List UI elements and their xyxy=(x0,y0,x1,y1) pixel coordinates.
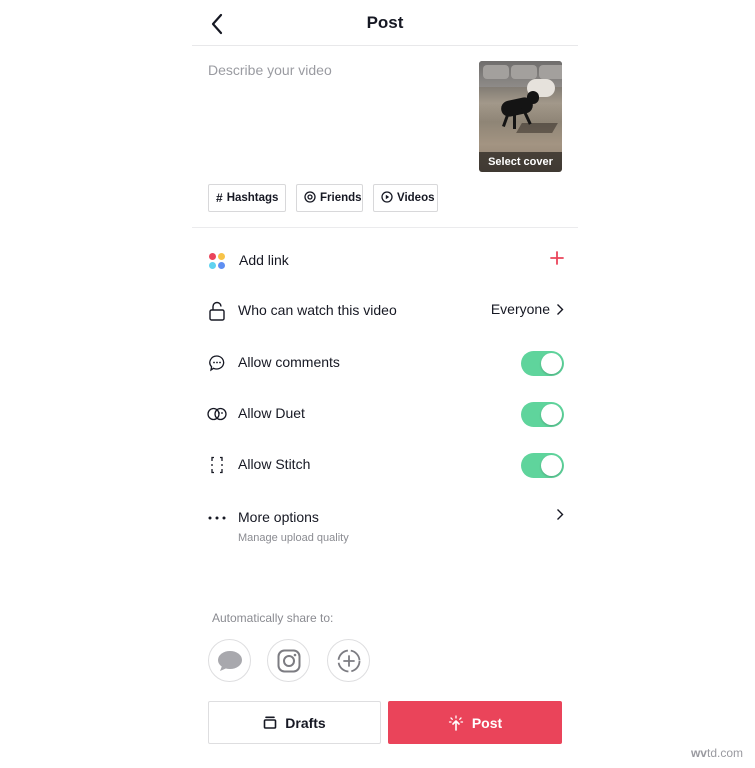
upload-sparkle-icon xyxy=(448,714,463,731)
page-title: Post xyxy=(366,13,404,32)
chip-label: Videos xyxy=(397,192,435,204)
share-message-button[interactable] xyxy=(208,639,251,682)
row-label: Allow Duet xyxy=(238,405,305,421)
row-label: Who can watch this video xyxy=(238,302,397,318)
chevron-right-icon xyxy=(557,509,564,520)
apps-icon xyxy=(207,251,227,271)
drafts-icon xyxy=(263,716,277,729)
hashtags-chip[interactable]: # Hashtags xyxy=(208,184,286,212)
unlock-icon xyxy=(207,301,227,321)
share-story-button[interactable] xyxy=(327,639,370,682)
stitch-icon xyxy=(207,455,227,475)
add-story-icon xyxy=(337,649,360,672)
friends-chip[interactable]: Friends xyxy=(296,184,363,212)
watermark: wvtd.com xyxy=(690,746,743,760)
header: Post xyxy=(192,0,578,46)
post-label: Post xyxy=(471,714,503,731)
allow-stitch-row: Allow Stitch xyxy=(192,445,578,485)
play-circle-icon xyxy=(381,190,393,206)
plus-icon[interactable] xyxy=(550,251,564,265)
post-screen: Post Describe your video Select cover # … xyxy=(192,0,578,768)
description-input[interactable]: Describe your video xyxy=(208,62,332,78)
chip-label: Friends xyxy=(320,192,362,204)
more-dots-icon xyxy=(207,508,227,528)
more-options-row[interactable]: More options Manage upload quality xyxy=(192,498,578,552)
allow-comments-row: Allow comments xyxy=(192,343,578,383)
chip-label: Hashtags xyxy=(226,192,279,204)
drafts-label: Drafts xyxy=(285,714,326,731)
allow-duet-toggle[interactable] xyxy=(521,402,564,427)
drafts-button[interactable]: Drafts xyxy=(208,701,381,744)
row-label: Allow comments xyxy=(238,354,340,370)
duet-icon xyxy=(207,404,227,424)
videos-chip[interactable]: Videos xyxy=(373,184,438,212)
hash-icon: # xyxy=(216,191,223,205)
add-link-row[interactable]: Add link xyxy=(192,241,578,281)
instagram-icon xyxy=(277,649,300,672)
divider xyxy=(192,227,578,228)
allow-stitch-toggle[interactable] xyxy=(521,453,564,478)
at-icon xyxy=(304,190,316,206)
row-label: Allow Stitch xyxy=(238,456,311,472)
row-sublabel: Manage upload quality xyxy=(238,532,349,544)
visibility-value: Everyone xyxy=(490,301,550,317)
post-button[interactable]: Post xyxy=(388,701,562,744)
row-label: Add link xyxy=(239,252,289,268)
who-can-watch-row[interactable]: Who can watch this video Everyone xyxy=(192,291,578,331)
select-cover-label[interactable]: Select cover xyxy=(479,152,562,172)
message-icon xyxy=(217,650,242,671)
allow-duet-row: Allow Duet xyxy=(192,394,578,434)
chevron-right-icon xyxy=(557,303,564,315)
cover-thumbnail[interactable]: Select cover xyxy=(479,61,562,172)
row-label: More options xyxy=(238,509,319,525)
share-label: Automatically share to: xyxy=(212,611,334,625)
share-instagram-button[interactable] xyxy=(267,639,310,682)
comment-icon xyxy=(207,353,227,373)
allow-comments-toggle[interactable] xyxy=(521,351,564,376)
